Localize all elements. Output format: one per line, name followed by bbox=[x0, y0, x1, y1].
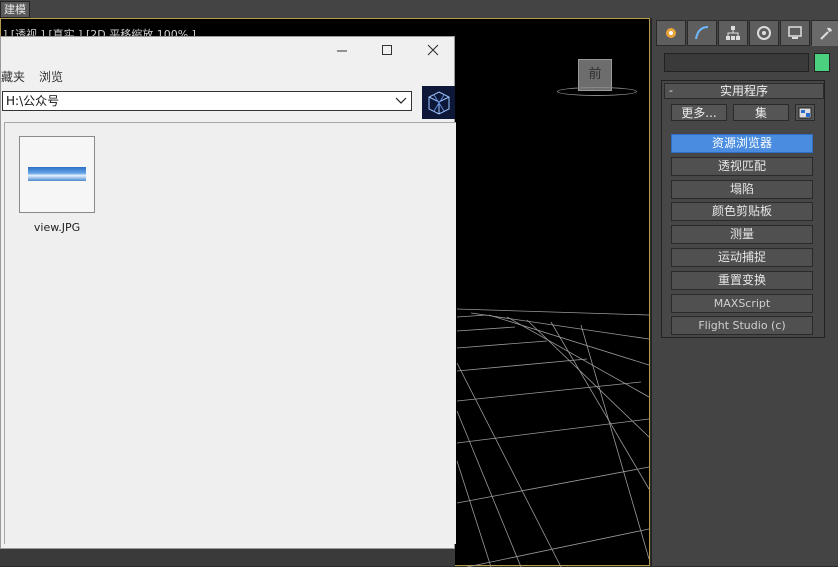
maxscript-button[interactable]: MAXScript bbox=[671, 293, 813, 313]
more-button[interactable]: 更多... bbox=[671, 104, 727, 121]
reset-xform-button[interactable]: 重置变换 bbox=[671, 270, 813, 290]
flight-studio-button[interactable]: Flight Studio (c) bbox=[671, 316, 813, 336]
sets-button[interactable]: 集 bbox=[733, 104, 789, 121]
file-name[interactable]: view.JPG bbox=[17, 221, 97, 234]
collapse-button[interactable]: 塌陷 bbox=[671, 179, 813, 199]
path-value: H:\公众号 bbox=[6, 94, 60, 108]
path-dropdown[interactable]: H:\公众号 bbox=[2, 91, 412, 111]
configure-sets-icon[interactable] bbox=[795, 104, 815, 121]
measure-button[interactable]: 测量 bbox=[671, 225, 813, 245]
motion-capture-button[interactable]: 运动捕捉 bbox=[671, 247, 813, 267]
max-logo-icon bbox=[422, 86, 455, 119]
rollout-header[interactable]: - 实用程序 bbox=[664, 83, 824, 99]
utilities-tab-icon[interactable] bbox=[811, 20, 838, 46]
command-panel-tabs bbox=[656, 20, 838, 46]
asset-browser-dialog: 藏夹 浏览 H:\公众号 view.JPG bbox=[0, 36, 456, 549]
perspective-match-button[interactable]: 透视匹配 bbox=[671, 156, 813, 176]
utility-buttons-row: 更多... 集 bbox=[671, 104, 815, 121]
hierarchy-tab-icon[interactable] bbox=[718, 20, 748, 46]
motion-tab-icon[interactable] bbox=[749, 20, 779, 46]
image-preview bbox=[28, 167, 86, 181]
rollout-collapse-toggle[interactable]: - bbox=[669, 84, 673, 98]
file-thumbnail[interactable] bbox=[19, 136, 95, 213]
maximize-icon[interactable] bbox=[380, 43, 394, 57]
color-clipboard-button[interactable]: 颜色剪贴板 bbox=[671, 202, 813, 222]
status-strip bbox=[0, 549, 455, 566]
create-tab-icon[interactable] bbox=[656, 20, 686, 46]
minimize-icon[interactable] bbox=[335, 43, 349, 57]
menu-browse[interactable]: 浏览 bbox=[39, 68, 63, 86]
modify-tab-icon[interactable] bbox=[687, 20, 717, 46]
file-thumbnail-area: view.JPG bbox=[4, 122, 456, 544]
command-panel: - 实用程序 更多... 集 资源浏览器 透视匹配 塌陷 颜色剪贴板 测量 运动… bbox=[651, 18, 838, 566]
object-color-swatch[interactable] bbox=[814, 53, 830, 72]
utility-list: 资源浏览器 透视匹配 塌陷 颜色剪贴板 测量 运动捕捉 重置变换 MAXScri… bbox=[671, 134, 813, 339]
chevron-down-icon[interactable] bbox=[395, 95, 407, 109]
top-toolbar: 建模 bbox=[0, 0, 838, 19]
dialog-menu-bar: 藏夹 浏览 bbox=[1, 68, 63, 86]
display-tab-icon[interactable] bbox=[780, 20, 810, 46]
modeling-tab[interactable]: 建模 bbox=[0, 1, 30, 18]
rollout-title: 实用程序 bbox=[719, 84, 768, 98]
menu-favorites[interactable]: 藏夹 bbox=[1, 68, 25, 86]
close-icon[interactable] bbox=[426, 43, 440, 57]
asset-browser-button[interactable]: 资源浏览器 bbox=[671, 134, 813, 153]
object-name-field[interactable] bbox=[664, 53, 809, 72]
viewcube-compass-ring[interactable] bbox=[557, 87, 637, 96]
utilities-rollout: - 实用程序 更多... 集 资源浏览器 透视匹配 塌陷 颜色剪贴板 测量 运动… bbox=[661, 80, 825, 338]
